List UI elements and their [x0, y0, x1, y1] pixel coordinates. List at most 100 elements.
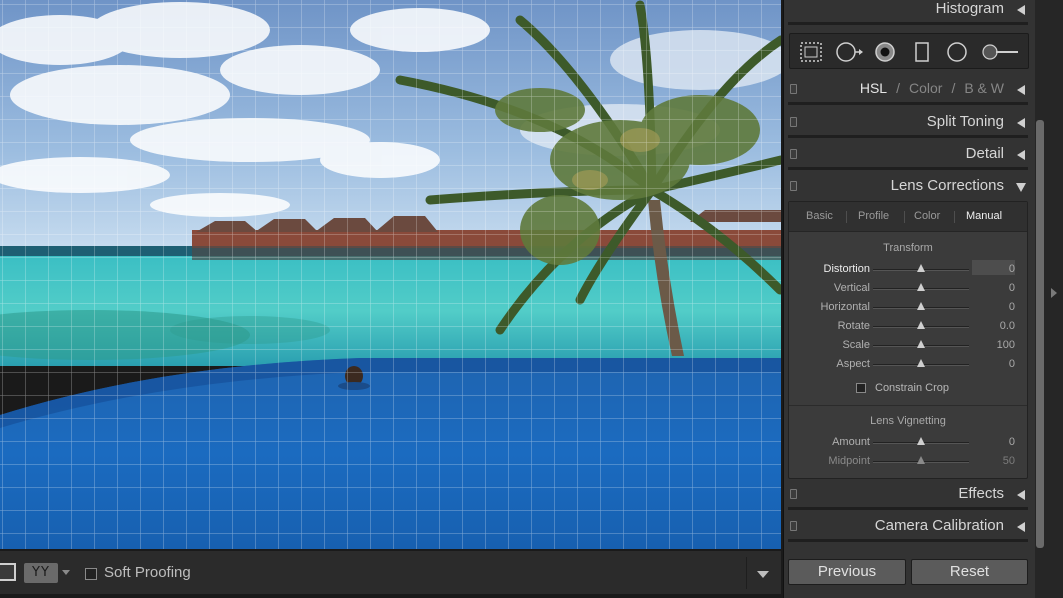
section-toggle-switch[interactable]: [790, 489, 797, 499]
slider-label: Amount: [832, 436, 870, 448]
tab-basic[interactable]: Basic: [806, 210, 833, 222]
slider-value[interactable]: 100: [997, 339, 1015, 351]
histogram-section-header[interactable]: Histogram: [784, 0, 1036, 24]
lens-corrections-section-header[interactable]: Lens Corrections: [784, 173, 1036, 201]
lens-corrections-panel: Basic Profile Color Manual Transform Dis…: [788, 201, 1028, 479]
slider-thumb[interactable]: [917, 340, 925, 348]
vignetting-midpoint-slider: Midpoint 50: [789, 452, 1027, 471]
tab-manual[interactable]: Manual: [966, 210, 1002, 222]
collapse-arrow-icon[interactable]: [1017, 85, 1025, 95]
adjustment-brush-icon[interactable]: [982, 42, 1020, 62]
vertical-slider[interactable]: Vertical 0: [789, 279, 1027, 298]
section-toggle-switch[interactable]: [790, 84, 797, 94]
tab-profile[interactable]: Profile: [858, 210, 889, 222]
camera-calibration-title: Camera Calibration: [874, 517, 1004, 534]
crop-overlay-icon[interactable]: [800, 42, 822, 62]
collapse-arrow-icon[interactable]: [1017, 522, 1025, 532]
toolbar-options-dropdown-icon[interactable]: [757, 571, 769, 578]
radial-filter-icon[interactable]: [946, 42, 968, 62]
slider-thumb[interactable]: [917, 321, 925, 329]
bottom-toolbar: YY Soft Proofing: [0, 549, 781, 594]
slider-label: Horizontal: [820, 301, 870, 313]
panel-toggle-arrow-icon[interactable]: [1051, 288, 1057, 298]
photo-canvas[interactable]: [0, 0, 781, 549]
slider-label: Vertical: [833, 282, 870, 294]
slider-thumb[interactable]: [917, 264, 925, 272]
section-toggle-switch[interactable]: [790, 117, 797, 127]
slider-thumb[interactable]: [917, 359, 925, 367]
slider-label: Rotate: [837, 320, 870, 332]
loupe-view-icon[interactable]: [0, 563, 16, 581]
spot-removal-icon[interactable]: [836, 42, 864, 62]
effects-section-header[interactable]: Effects: [784, 481, 1036, 509]
detail-title: Detail: [965, 145, 1004, 162]
horizontal-slider[interactable]: Horizontal 0: [789, 298, 1027, 317]
soft-proofing-label[interactable]: Soft Proofing: [104, 564, 191, 581]
expand-arrow-icon[interactable]: [1016, 183, 1026, 192]
section-toggle-switch[interactable]: [790, 521, 797, 531]
bw-tab[interactable]: B & W: [964, 80, 1004, 96]
slider-value[interactable]: 0: [1009, 436, 1015, 448]
slider-label: Midpoint: [828, 455, 870, 467]
slider-label: Distortion: [823, 263, 870, 275]
scale-slider[interactable]: Scale 100: [789, 336, 1027, 355]
hsl-section-header[interactable]: HSL / Color / B & W: [784, 76, 1036, 104]
group-divider: [789, 405, 1027, 406]
slider-value[interactable]: 0.0: [1000, 320, 1015, 332]
slider-value[interactable]: 0: [1009, 282, 1015, 294]
previous-button[interactable]: Previous: [788, 559, 906, 585]
collapse-arrow-icon[interactable]: [1017, 150, 1025, 160]
section-toggle-switch[interactable]: [790, 149, 797, 159]
collapse-arrow-icon[interactable]: [1017, 5, 1025, 15]
detail-section-header[interactable]: Detail: [784, 141, 1036, 169]
split-toning-section-header[interactable]: Split Toning: [784, 109, 1036, 137]
vignetting-amount-slider[interactable]: Amount 0: [789, 433, 1027, 452]
lens-corrections-title: Lens Corrections: [890, 177, 1004, 194]
constrain-crop-label[interactable]: Constrain Crop: [875, 382, 949, 394]
slider-label: Scale: [842, 339, 870, 351]
lens-vignetting-group-title: Lens Vignetting: [870, 415, 946, 427]
reset-button[interactable]: Reset: [911, 559, 1028, 585]
tab-color[interactable]: Color: [914, 210, 940, 222]
histogram-title: Histogram: [935, 0, 1004, 17]
camera-calibration-section-header[interactable]: Camera Calibration: [784, 513, 1036, 541]
photo-image: [0, 0, 781, 549]
effects-title: Effects: [958, 485, 1004, 502]
lens-corrections-tabs: Basic Profile Color Manual: [789, 202, 1027, 232]
collapse-arrow-icon[interactable]: [1017, 490, 1025, 500]
tab-separator: [954, 211, 955, 223]
hsl-tabs: HSL / Color / B & W: [859, 80, 1004, 96]
section-toggle-switch[interactable]: [790, 181, 797, 191]
red-eye-icon[interactable]: [874, 42, 896, 62]
graduated-filter-icon[interactable]: [914, 42, 930, 62]
constrain-crop-checkbox[interactable]: [856, 383, 866, 393]
tab-separator: [904, 211, 905, 223]
collapse-arrow-icon[interactable]: [1017, 118, 1025, 128]
transform-group-title: Transform: [883, 242, 933, 254]
tab-separator: [846, 211, 847, 223]
slider-thumb[interactable]: [917, 302, 925, 310]
section-divider: [788, 102, 1028, 105]
develop-right-panel: Histogram HSL / Color / B & W Split Toni…: [783, 0, 1035, 598]
slider-value[interactable]: 0: [1009, 358, 1015, 370]
aspect-slider[interactable]: Aspect 0: [789, 355, 1027, 374]
before-after-menu-icon[interactable]: [62, 570, 70, 575]
rotate-slider[interactable]: Rotate 0.0: [789, 317, 1027, 336]
section-divider: [788, 507, 1028, 510]
toolbar-divider: [746, 557, 747, 589]
section-divider: [788, 539, 1028, 542]
slider-value[interactable]: 0: [1009, 301, 1015, 313]
slider-label: Aspect: [836, 358, 870, 370]
develop-tool-strip: [789, 33, 1029, 69]
soft-proofing-checkbox[interactable]: [85, 568, 97, 580]
slider-thumb[interactable]: [917, 283, 925, 291]
slider-thumb[interactable]: [917, 437, 925, 445]
section-divider: [788, 167, 1028, 170]
panel-scrollbar[interactable]: [1036, 120, 1044, 548]
distortion-slider[interactable]: Distortion 0: [789, 260, 1027, 279]
color-tab[interactable]: Color: [909, 80, 942, 96]
slider-thumb: [917, 456, 925, 464]
before-after-button[interactable]: YY: [24, 563, 58, 583]
section-divider: [788, 135, 1028, 138]
hsl-tab[interactable]: HSL: [860, 80, 887, 96]
